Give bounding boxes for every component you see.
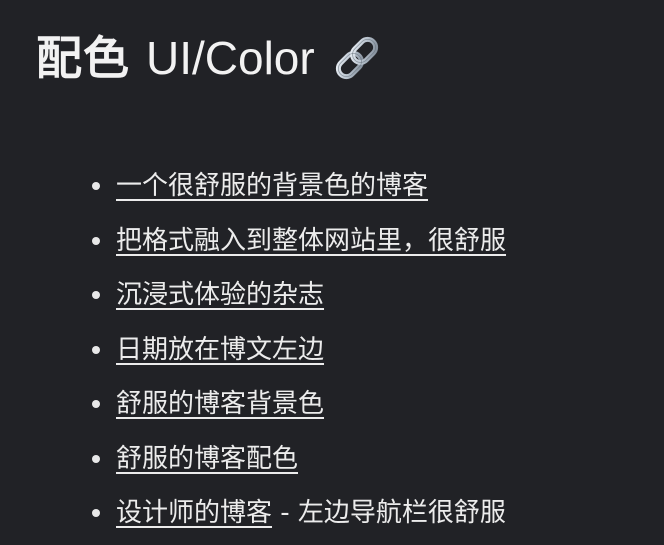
page-title: 配色 UI/Color — [36, 26, 383, 90]
link[interactable]: 舒服的博客背景色 — [116, 389, 324, 419]
link[interactable]: 日期放在博文左边 — [116, 335, 324, 365]
link-icon[interactable] — [331, 32, 383, 84]
link-note: - 左边导航栏很舒服 — [272, 498, 506, 528]
link[interactable]: 把格式融入到整体网站里，很舒服 — [116, 226, 506, 256]
bullet — [92, 236, 100, 245]
page-title-latin: UI/Color — [146, 32, 315, 84]
link[interactable]: 舒服的博客配色 — [116, 444, 298, 474]
link[interactable]: 设计师的博客 — [116, 498, 272, 528]
link[interactable]: 一个很舒服的背景色的博客 — [116, 171, 428, 201]
list-item: 日期放在博文左边 — [90, 327, 506, 382]
bullet — [92, 182, 100, 190]
bullet — [92, 291, 100, 299]
link-list: 一个很舒服的背景色的博客 把格式融入到整体网站里，很舒服 沉浸式体验的杂志 日期… — [90, 163, 506, 545]
list-item: 舒服的博客背景色 — [90, 381, 506, 436]
bullet — [92, 454, 100, 463]
list-item: 舒服的博客配色 — [90, 436, 506, 491]
page-title-cjk: 配色 — [36, 31, 130, 85]
list-item: 一个很舒服的背景色的博客 — [90, 163, 506, 218]
link[interactable]: 沉浸式体验的杂志 — [116, 280, 324, 310]
list-item: 沉浸式体验的杂志 — [90, 272, 506, 327]
list-item: 把格式融入到整体网站里，很舒服 — [90, 218, 506, 273]
bullet — [92, 345, 100, 354]
page: 配色 UI/Color 一个很舒服的背景色的博客 把格式融入到整体网站里，很舒服… — [0, 0, 664, 542]
bullet — [92, 509, 100, 517]
list-item: 设计师的博客 - 左边导航栏很舒服 — [90, 490, 506, 545]
bullet — [92, 400, 100, 408]
